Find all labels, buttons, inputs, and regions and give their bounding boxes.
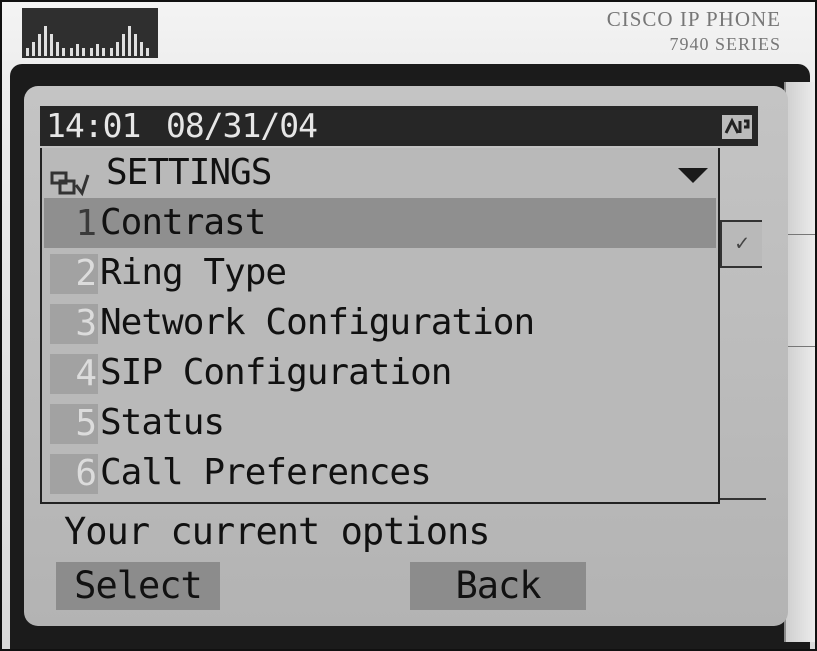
brand-line-2: 7940 SERIES — [669, 34, 781, 54]
brand-line-1: CISCO IP PHONE — [606, 7, 781, 31]
menu-item-number: 5 — [50, 404, 98, 444]
menu-item-label: Status — [100, 402, 225, 443]
menu-item-status[interactable]: 5 Status — [44, 398, 716, 448]
clock-date: 08/31/04 — [166, 106, 318, 145]
menu-item-number: 1 — [75, 203, 97, 244]
menu-header: SETTINGS — [42, 148, 718, 198]
menu-item-call-preferences[interactable]: 6 Call Preferences — [44, 448, 716, 498]
settings-menu: SETTINGS 1 Contrast 2 Ring Type 3 Networ… — [40, 148, 720, 504]
menu-item-label: Ring Type — [100, 252, 287, 293]
phone-photo-frame: CISCO IP PHONE 7940 SERIES 14:01 08/31/0… — [0, 0, 817, 651]
line-status-icon — [722, 115, 752, 139]
cisco-bridge-logo-icon — [26, 26, 149, 56]
lcd-screen: 14:01 08/31/04 SETTINGS 1 Contrast 2 Rin… — [24, 86, 788, 626]
menu-item-label: Contrast — [100, 202, 266, 243]
model-label: CISCO IP PHONE 7940 SERIES — [607, 6, 781, 56]
divider — [720, 498, 766, 500]
menu-item-number: 2 — [50, 254, 98, 294]
settings-icon — [50, 161, 90, 197]
menu-item-network-configuration[interactable]: 3 Network Configuration — [44, 298, 716, 348]
menu-item-number: 6 — [50, 454, 98, 494]
side-button-divider — [786, 346, 815, 347]
back-softkey[interactable]: Back — [410, 562, 586, 610]
status-bar: 14:01 08/31/04 — [40, 106, 758, 146]
prompt-text: Your current options — [64, 510, 491, 553]
menu-item-label: SIP Configuration — [100, 352, 452, 393]
scroll-down-arrow-icon — [678, 168, 708, 183]
clock-time: 14:01 — [46, 106, 141, 145]
cisco-logo — [22, 8, 158, 58]
side-button-divider — [786, 234, 815, 235]
menu-item-ring-type[interactable]: 2 Ring Type — [44, 248, 716, 298]
menu-item-label: Network Configuration — [100, 302, 535, 343]
menu-item-number: 3 — [50, 304, 98, 344]
menu-item-contrast[interactable]: 1 Contrast — [44, 198, 716, 248]
menu-title: SETTINGS — [106, 152, 272, 193]
checkmark-icon: ✓ — [720, 220, 762, 268]
menu-item-label: Call Preferences — [100, 452, 432, 493]
menu-item-sip-configuration[interactable]: 4 SIP Configuration — [44, 348, 716, 398]
select-softkey[interactable]: Select — [56, 562, 220, 610]
menu-item-number: 4 — [50, 354, 98, 394]
side-button-panel — [784, 82, 815, 642]
